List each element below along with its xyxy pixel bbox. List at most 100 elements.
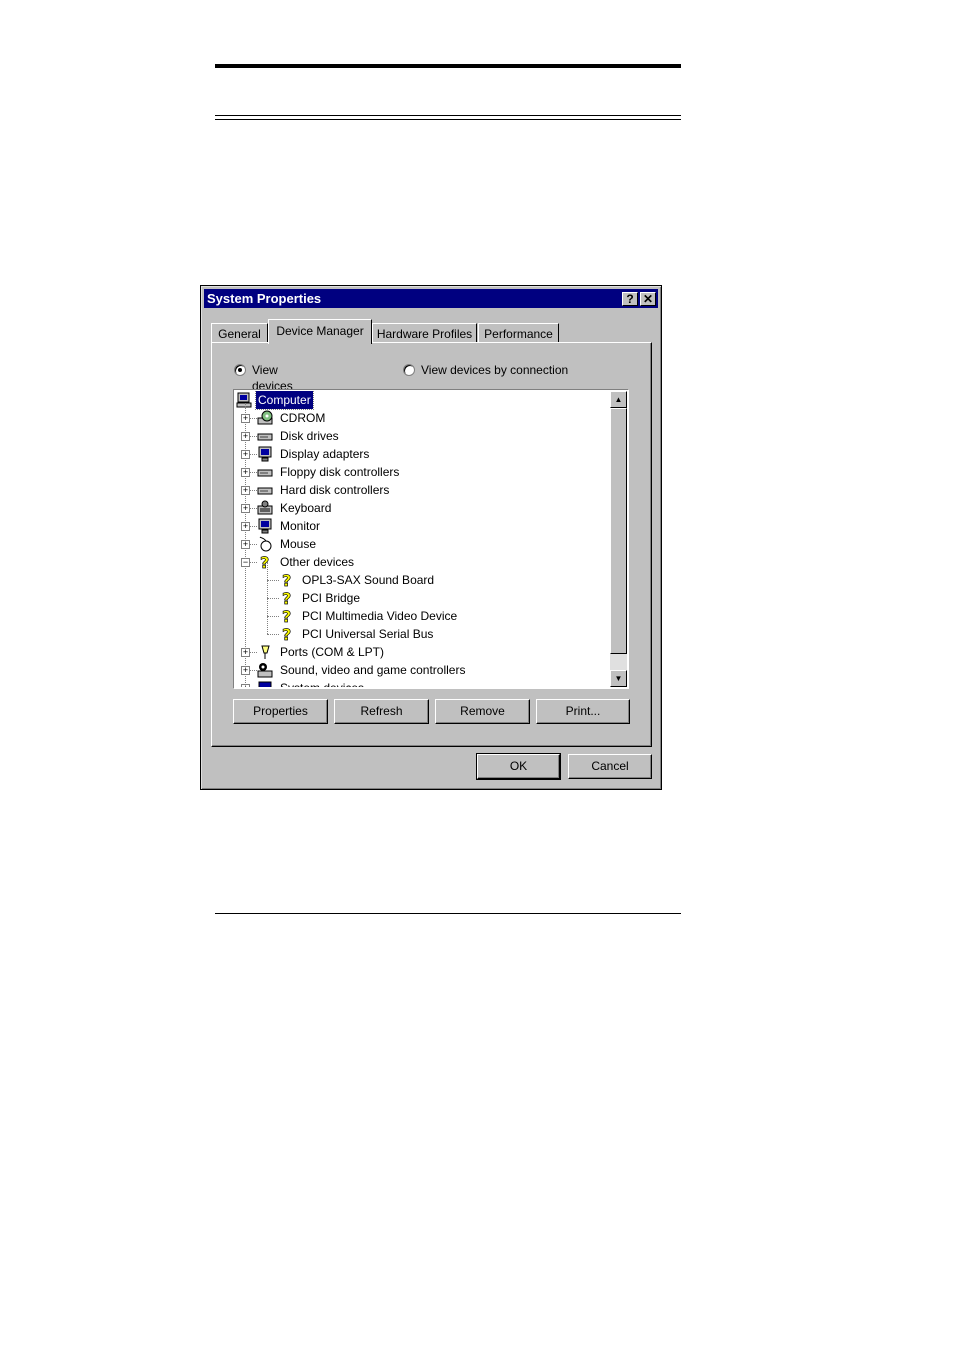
expand-icon[interactable]: + (241, 432, 250, 441)
tree-connector-line (267, 562, 268, 634)
tree-scrollbar[interactable]: ▲ ▼ (610, 391, 627, 687)
expand-icon[interactable]: + (241, 504, 250, 513)
tree-item-keyboard[interactable]: + Keyboard (235, 499, 609, 517)
properties-button[interactable]: Properties (233, 699, 328, 724)
unknown-device-icon: ? (260, 554, 270, 570)
refresh-button[interactable]: Refresh (334, 699, 429, 724)
tree-child-opl3-sax-sound-board[interactable]: ? OPL3-SAX Sound Board (235, 571, 609, 589)
tab-device-manager[interactable]: Device Manager (268, 319, 372, 344)
tree-connector-line (267, 598, 279, 599)
header-thick-rule (215, 64, 681, 68)
expand-icon[interactable]: + (241, 522, 250, 531)
tree-item-sound-video-and-game-controllers[interactable]: + Sound, video and game controllers (235, 661, 609, 679)
expand-icon[interactable]: + (241, 414, 250, 423)
system-device-icon (258, 681, 272, 687)
close-button[interactable]: ✕ (640, 292, 656, 306)
system-properties-window: System Properties ? ✕ General Device Man… (200, 285, 662, 790)
unknown-device-icon: ? (282, 608, 292, 624)
svg-text:?: ? (282, 626, 291, 642)
tree-child-label: PCI Universal Serial Bus (302, 627, 434, 641)
expand-icon[interactable]: + (241, 684, 250, 687)
header-double-rule-upper (215, 115, 681, 116)
ok-button[interactable]: OK (476, 753, 561, 780)
scroll-up-button[interactable]: ▲ (610, 391, 627, 408)
tree-child-label: OPL3-SAX Sound Board (302, 573, 435, 587)
help-button[interactable]: ? (622, 292, 638, 306)
tree-item-hard-disk-controllers[interactable]: + Hard disk controllers (235, 481, 609, 499)
tree-item-label: Hard disk controllers (280, 483, 390, 497)
scroll-thumb[interactable] (610, 408, 627, 654)
tree-item-cdrom[interactable]: + CDROM (235, 409, 609, 427)
device-tree-list: Computer + CDROM + Disk drives + Display adap… (235, 391, 609, 687)
tree-item-system-devices[interactable]: + System devices (235, 679, 609, 687)
tab-performance[interactable]: Performance (478, 323, 559, 343)
device-tree[interactable]: Computer + CDROM + Disk drives + Display adap… (233, 389, 629, 689)
expand-icon[interactable]: + (241, 468, 250, 477)
mouse-icon (259, 536, 272, 552)
expand-icon[interactable]: + (241, 540, 250, 549)
header-double-rule-lower (215, 119, 681, 120)
radio-circle[interactable] (234, 364, 246, 376)
cancel-button[interactable]: Cancel (568, 754, 652, 779)
footer-rule (215, 913, 681, 914)
tree-item-label: Mouse (280, 537, 317, 551)
tree-item-label: Other devices (280, 555, 355, 569)
collapse-icon[interactable]: − (241, 558, 250, 567)
scroll-down-button[interactable]: ▼ (610, 670, 627, 687)
svg-text:?: ? (282, 590, 291, 606)
tab-hardware-profiles[interactable]: Hardware Profiles (372, 323, 477, 343)
disk-drive-icon (257, 433, 273, 441)
tree-item-label: Display adapters (280, 447, 370, 461)
tab-general[interactable]: General (211, 323, 268, 343)
tree-item-other-devices[interactable]: −? Other devices (235, 553, 609, 571)
tree-item-label: Monitor (280, 519, 321, 533)
tree-child-label: PCI Multimedia Video Device (302, 609, 458, 623)
computer-icon (236, 392, 252, 408)
unknown-device-icon: ? (282, 626, 292, 642)
sound-controller-icon (257, 663, 273, 678)
tree-item-label: Ports (COM & LPT) (280, 645, 385, 659)
tree-child-label: PCI Bridge (302, 591, 361, 605)
tree-item-floppy-disk-controllers[interactable]: + Floppy disk controllers (235, 463, 609, 481)
tree-child-pci-multimedia-video-device[interactable]: ? PCI Multimedia Video Device (235, 607, 609, 625)
unknown-device-icon: ? (282, 590, 292, 606)
display-adapter-icon (258, 446, 272, 462)
unknown-device-icon: ? (282, 572, 292, 588)
tree-item-label: Disk drives (280, 429, 339, 443)
tree-item-label: Keyboard (280, 501, 332, 515)
tree-item-label: Floppy disk controllers (280, 465, 400, 479)
expand-icon[interactable]: + (241, 666, 250, 675)
port-icon (261, 645, 270, 659)
svg-text:?: ? (282, 608, 291, 624)
expand-icon[interactable]: + (241, 450, 250, 459)
tree-item-ports-com-lpt[interactable]: + Ports (COM & LPT) (235, 643, 609, 661)
keyboard-icon (257, 500, 273, 515)
device-manager-panel: View devices by type View devices by con… (211, 342, 652, 747)
tree-connector-line (267, 634, 279, 635)
tree-connector-line (267, 580, 279, 581)
tree-child-pci-universal-serial-bus[interactable]: ? PCI Universal Serial Bus (235, 625, 609, 643)
expand-icon[interactable]: + (241, 486, 250, 495)
expand-icon[interactable]: + (241, 648, 250, 657)
radio-circle[interactable] (403, 364, 415, 376)
window-title: System Properties (207, 291, 322, 306)
tree-connector-line (267, 616, 279, 617)
svg-text:?: ? (282, 572, 291, 588)
tree-item-monitor[interactable]: + Monitor (235, 517, 609, 535)
print-button[interactable]: Print... (536, 699, 630, 724)
tree-root-label: Computer (255, 391, 314, 410)
radio-view-by-connection-label: View devices by connection (421, 363, 569, 377)
cdrom-icon (257, 410, 273, 425)
hard-disk-controller-icon (257, 487, 273, 495)
remove-button[interactable]: Remove (435, 699, 530, 724)
tree-child-pci-bridge[interactable]: ? PCI Bridge (235, 589, 609, 607)
tree-item-label: CDROM (280, 411, 326, 425)
radio-selected-dot (238, 368, 242, 372)
tree-item-label: Sound, video and game controllers (280, 663, 466, 677)
tree-item-disk-drives[interactable]: + Disk drives (235, 427, 609, 445)
monitor-icon (258, 518, 272, 534)
title-bar: System Properties ? ✕ (204, 289, 658, 308)
tree-item-mouse[interactable]: + Mouse (235, 535, 609, 553)
tree-item-display-adapters[interactable]: + Display adapters (235, 445, 609, 463)
floppy-controller-icon (257, 469, 273, 477)
